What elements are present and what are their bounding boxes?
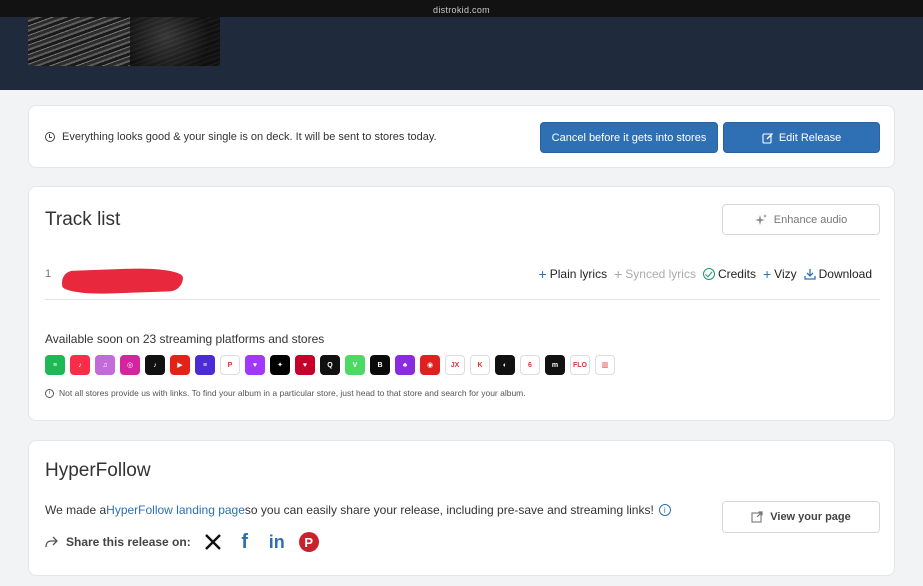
track-actions: + Plain lyrics + Synced lyrics Credits +… [539,267,872,281]
status-text: Everything looks good & your single is o… [62,131,437,143]
plain-lyrics-label: Plain lyrics [549,267,608,281]
info-icon: i [45,388,54,398]
enhance-audio-button[interactable]: Enhance audio [722,204,880,235]
iheartradio-icon: ♥ [295,355,315,375]
flo-icon: FLO [570,355,590,375]
view-page-label: View your page [770,511,851,523]
plain-lyrics-button[interactable]: + Plain lyrics [539,267,608,281]
pinterest-icon[interactable]: P [298,532,319,552]
x-twitter-icon[interactable] [203,532,223,552]
share-icons: f in P [203,531,319,553]
cancel-release-label: Cancel before it gets into stores [551,131,707,144]
anghami-icon: ♣ [395,355,415,375]
view-page-button[interactable]: View your page [722,501,880,533]
release-header [0,17,923,90]
vizy-button[interactable]: + Vizy [763,267,797,281]
deezer-icon: ♥ [245,355,265,375]
release-status-card: Everything looks good & your single is o… [28,105,895,168]
instagram-icon: ◎ [120,355,140,375]
download-icon [803,269,816,280]
download-button[interactable]: Download [803,267,872,281]
external-link-icon [751,511,763,523]
itunes-icon: ♫ [95,355,115,375]
clock-icon [45,132,55,142]
qobuz-icon: Q [320,355,340,375]
disclaimer-text: Not all stores provide us with links. To… [59,388,526,398]
check-circle-icon [702,268,715,280]
plus-icon: + [538,266,547,282]
edit-release-label: Edit Release [778,131,842,144]
share-label: Share this release on: [66,535,191,549]
album-cover [28,17,220,66]
melon-icon: m [545,355,565,375]
hyperfollow-title: HyperFollow [45,460,151,481]
apple-music-icon: ♪ [70,355,90,375]
linkedin-icon[interactable]: in [267,532,287,552]
joox-icon: JX [445,355,465,375]
synced-lyrics-button[interactable]: + Synced lyrics [614,267,696,281]
track-number: 1 [45,268,52,280]
store-icons-row: ≡ ♪ ♫ ◎ ♪ ▶ ≡ P ♥ ✦ ♥ Q V B ♣ ◉ JX K ◐ 6 m FLO ▥ [45,355,615,375]
plus-icon: + [614,266,623,282]
hyperfollow-link[interactable]: HyperFollow landing page [106,503,245,517]
hyperfollow-text-before: We made a [45,503,107,517]
audiomack-icon: ◐ [495,355,515,375]
boomplay-icon: B [370,355,390,375]
hyperfollow-card: HyperFollow We made a HyperFollow landin… [28,440,895,576]
divider [45,299,880,300]
status-message: Everything looks good & your single is o… [45,131,437,143]
info-icon[interactable]: i [658,504,671,516]
edit-icon [762,132,773,144]
vk-music-icon: V [345,355,365,375]
edit-release-button[interactable]: Edit Release [723,122,880,153]
facebook-icon[interactable]: f [235,531,255,553]
jiosaavn-icon: ▥ [595,355,615,375]
plus-icon: + [762,266,772,282]
download-label: Download [818,267,872,281]
hyperfollow-text-after: so you can easily share your release, in… [244,503,654,517]
tidal-icon: ✦ [270,355,290,375]
share-icon [45,536,58,548]
netease-icon: ◉ [420,355,440,375]
store-disclaimer: i Not all stores provide us with links. … [45,388,526,398]
browser-url: distrokid.com [433,5,490,15]
audius-icon: 6 [520,355,540,375]
vizy-label: Vizy [774,267,797,281]
hyperfollow-description: We made a HyperFollow landing page so yo… [45,503,671,517]
spotify-icon: ≡ [45,355,65,375]
track-list-card: Track list Enhance audio 1 + Plain lyric… [28,186,895,421]
tiktok-icon: ♪ [145,355,165,375]
credits-label: Credits [717,267,756,281]
enhance-audio-label: Enhance audio [773,213,848,226]
redacted-track-title [61,266,184,296]
browser-topbar: distrokid.com [0,0,923,17]
share-row: Share this release on: f in P [45,531,319,553]
synced-lyrics-label: Synced lyrics [625,267,696,281]
sparkle-icon [754,213,767,225]
availability-text: Available soon on 23 streaming platforms… [45,332,325,346]
credits-button[interactable]: Credits [702,267,756,281]
track-list-title: Track list [45,209,121,230]
amazon-music-icon: ≡ [195,355,215,375]
cancel-release-button[interactable]: Cancel before it gets into stores [540,122,718,153]
kkbox-icon: K [470,355,490,375]
pandora-icon: P [220,355,240,375]
youtube-music-icon: ▶ [170,355,190,375]
